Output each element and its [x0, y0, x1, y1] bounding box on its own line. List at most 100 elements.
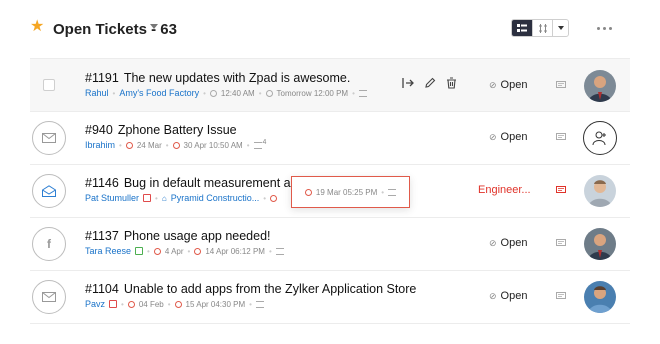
ticket-meta: Rahul • Amy's Food Factory • 12:40 AM • … [85, 88, 367, 98]
ticket-subject[interactable]: #1104 Unable to add apps from the Zylker … [85, 282, 416, 296]
email-icon [32, 280, 66, 314]
comment-icon[interactable] [556, 186, 566, 195]
created-time-icon [209, 89, 217, 97]
ticket-row[interactable]: #1104 Unable to add apps from the Zylker … [30, 270, 630, 324]
comment-icon[interactable] [556, 133, 566, 142]
ticket-meta: Pat Stumuller • ⌂ Pyramid Constructio...… [85, 193, 278, 203]
agent-avatar[interactable] [584, 228, 616, 260]
ticket-subject[interactable]: #1146 Bug in default measurement app [85, 176, 305, 190]
status-dropdown[interactable]: Engineer... [478, 184, 531, 196]
ticket-title: Unable to add apps from the Zylker Appli… [123, 282, 417, 296]
due-clock-icon [304, 188, 312, 196]
agent-avatar[interactable] [584, 281, 616, 313]
tooltip-text: 19 Mar 05:25 PM [315, 187, 378, 197]
due-date: 30 Apr 10:50 AM [183, 140, 243, 150]
comment-icon[interactable] [556, 292, 566, 301]
contact-name[interactable]: Pavz [85, 299, 105, 309]
contact-name[interactable]: Pat Stumuller [85, 193, 139, 203]
compact-view-icon [538, 23, 547, 33]
ticket-title: The new updates with Zpad is awesome. [123, 71, 351, 85]
priority-icon [135, 247, 144, 255]
contact-name[interactable]: Tara Reese [85, 246, 131, 256]
comment-icon[interactable] [556, 81, 566, 90]
ticket-title: Bug in default measurement app [123, 176, 305, 190]
ticket-meta: Pavz • 04 Feb • 15 Apr 04:30 PM • [85, 299, 264, 309]
ticket-number: #1191 [85, 71, 119, 85]
thread-icon [275, 247, 284, 255]
due-clock-icon [172, 141, 180, 149]
status-label: Open [500, 237, 528, 249]
agent-avatar[interactable] [584, 175, 616, 207]
thread-icon [255, 300, 264, 308]
facebook-icon: f [32, 227, 66, 261]
ticket-title: Zphone Battery Issue [117, 123, 237, 137]
ticket-row[interactable]: #940 Zphone Battery Issue Ibrahim • 24 Ma… [30, 111, 630, 165]
star-icon[interactable]: ★ [30, 19, 44, 35]
due-clock-icon [265, 89, 273, 97]
ticket-number: #940 [85, 123, 113, 137]
caret-down-icon [557, 26, 564, 30]
ticket-number: #1137 [85, 229, 119, 243]
status-icon: ⊘ [489, 79, 497, 90]
ticket-subject[interactable]: #1191 The new updates with Zpad is awesom… [85, 71, 350, 85]
more-options-icon[interactable] [597, 27, 612, 30]
ticket-number: #1104 [85, 282, 119, 296]
thread-icon [388, 188, 397, 196]
comment-icon[interactable] [556, 239, 566, 248]
email-icon [32, 121, 66, 155]
priority-icon [109, 300, 118, 308]
status-icon: ⊘ [489, 131, 497, 142]
list-view-button[interactable] [512, 20, 532, 36]
move-icon[interactable] [402, 77, 414, 89]
status-label: Open [500, 79, 528, 91]
edit-icon[interactable] [424, 77, 436, 89]
row-actions [402, 77, 457, 89]
status-icon: ⊘ [489, 237, 497, 248]
status-label: Open [500, 290, 528, 302]
status-dropdown[interactable]: ⊘ Open [489, 79, 527, 91]
ticket-subject[interactable]: #1137 Phone usage app needed! [85, 229, 271, 243]
chevron-down-icon[interactable] [150, 24, 158, 29]
status-label: Open [500, 131, 528, 143]
thread-icon [253, 141, 262, 149]
status-dropdown[interactable]: ⊘ Open [489, 237, 527, 249]
created-time: 04 Feb [138, 299, 164, 309]
select-checkbox[interactable] [43, 79, 55, 91]
due-clock-icon [174, 300, 182, 308]
thread-icon [358, 89, 367, 97]
status-icon: ⊘ [489, 290, 497, 301]
created-time-icon [127, 300, 135, 308]
created-time: 4 Apr [164, 246, 184, 256]
contact-name[interactable]: Rahul [85, 88, 109, 98]
status-dropdown[interactable]: ⊘ Open [489, 131, 527, 143]
ticket-subject[interactable]: #940 Zphone Battery Issue [85, 123, 237, 137]
view-title[interactable]: Open Tickets - 63 [53, 21, 177, 38]
account-name[interactable]: Amy's Food Factory [119, 88, 199, 98]
status-dropdown[interactable]: ⊘ Open [489, 290, 527, 302]
assign-agent-button[interactable] [583, 121, 617, 155]
attachment-count: 4 [262, 139, 267, 146]
priority-icon [143, 194, 152, 202]
add-user-icon [592, 131, 606, 146]
status-label: Engineer... [478, 184, 531, 196]
view-switcher [511, 19, 569, 37]
list-view-icon [517, 23, 527, 32]
ticket-title: Phone usage app needed! [123, 229, 271, 243]
delete-icon[interactable] [446, 77, 457, 89]
view-options-button[interactable] [552, 20, 568, 36]
ticket-meta: Tara Reese • 4 Apr • 14 Apr 06:12 PM • [85, 246, 284, 256]
created-time: 24 Mar [136, 140, 162, 150]
ticket-row[interactable]: #1191 The new updates with Zpad is awesom… [30, 58, 630, 112]
agent-avatar[interactable] [584, 70, 616, 102]
account-name[interactable]: Pyramid Constructio... [171, 193, 260, 203]
ticket-meta: Ibrahim • 24 Mar • 30 Apr 10:50 AM • 4 [85, 139, 267, 150]
due-time-tooltip: 19 Mar 05:25 PM • [291, 176, 410, 208]
due-date: Tomorrow 12:00 PM [276, 88, 349, 98]
compact-view-button[interactable] [532, 20, 552, 36]
ticket-number: #1146 [85, 176, 119, 190]
ticket-row[interactable]: f #1137 Phone usage app needed! Tara Rees… [30, 217, 630, 271]
due-clock-icon [194, 247, 202, 255]
created-time: 12:40 AM [220, 88, 255, 98]
contact-name[interactable]: Ibrahim [85, 140, 115, 150]
due-date: 14 Apr 06:12 PM [205, 246, 265, 256]
